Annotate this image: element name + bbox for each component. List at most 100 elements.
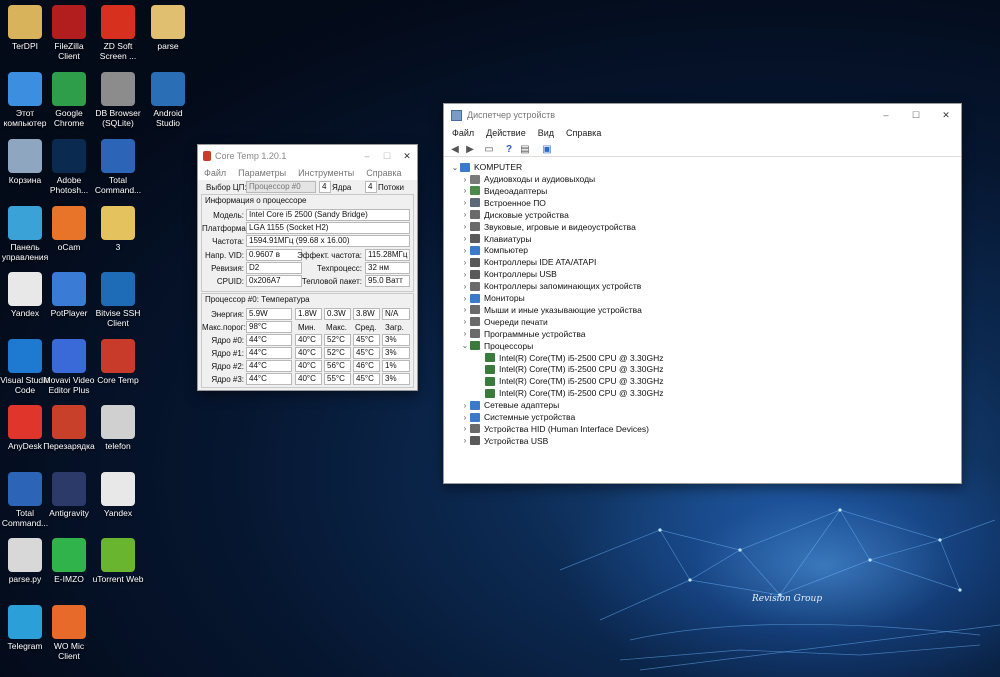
desktop-shortcut[interactable]: WO Mic Client [38, 605, 100, 661]
forward-arrow-icon[interactable]: ▶ [463, 142, 477, 156]
menu-parameters[interactable]: Параметры [232, 167, 292, 180]
chevron-right-icon[interactable]: › [460, 294, 470, 303]
coretemp-title: Core Temp 1.20.1 [215, 151, 287, 161]
desktop-shortcut-label: Core Temp [97, 375, 139, 385]
menu-help[interactable]: Справка [560, 126, 607, 140]
tree-category[interactable]: › Контроллеры запоминающих устройств [460, 280, 642, 292]
tree-category[interactable]: › Устройства HID (Human Interface Devices… [460, 423, 649, 435]
help-icon[interactable]: ? [502, 142, 516, 156]
chevron-right-icon[interactable]: › [460, 270, 470, 279]
tree-processor-label: Intel(R) Core(TM) i5-2500 CPU @ 3.30GHz [499, 376, 664, 387]
chevron-right-icon[interactable]: › [460, 186, 470, 195]
desktop-shortcut[interactable]: Yandex [87, 472, 149, 518]
menu-tools[interactable]: Инструменты [292, 167, 360, 180]
tree-category[interactable]: › Устройства USB [460, 435, 549, 447]
chevron-right-icon[interactable]: › [460, 317, 470, 326]
chevron-right-icon[interactable]: › [460, 175, 470, 184]
chevron-right-icon[interactable]: › [460, 234, 470, 243]
tree-category[interactable]: › Мыши и иные указывающие устройства [460, 304, 642, 316]
chevron-right-icon[interactable]: › [460, 210, 470, 219]
chevron-right-icon[interactable]: › [460, 282, 470, 291]
scan-hardware-icon[interactable]: ▣ [540, 142, 554, 156]
maximize-icon[interactable]: ☐ [901, 110, 931, 121]
maximize-icon[interactable]: ☐ [377, 151, 397, 162]
menu-file[interactable]: Файл [446, 126, 480, 140]
display-adapter-icon [470, 186, 480, 196]
tree-root[interactable]: ⌄ KOMPUTER [450, 161, 523, 173]
chevron-right-icon[interactable]: › [460, 436, 470, 445]
eimzo-icon [52, 538, 86, 572]
tree-category[interactable]: › Мониторы [460, 292, 525, 304]
tree-processor[interactable]: Intel(R) Core(TM) i5-2500 CPU @ 3.30GHz [475, 363, 664, 375]
tree-category[interactable]: › Компьютер [460, 244, 528, 256]
device-manager-icon [451, 109, 462, 121]
tree-category[interactable]: › Сетевые адаптеры [460, 399, 560, 411]
desktop-shortcut[interactable]: 3 [87, 206, 149, 252]
back-arrow-icon[interactable]: ◀ [448, 142, 462, 156]
tree-category-label: Клавиатуры [484, 233, 532, 244]
chevron-right-icon[interactable]: › [460, 401, 470, 410]
ocam-icon [52, 206, 86, 240]
chevron-right-icon[interactable]: › [460, 246, 470, 255]
tree-processor[interactable]: Intel(R) Core(TM) i5-2500 CPU @ 3.30GHz [475, 375, 664, 387]
menu-action[interactable]: Действие [480, 126, 532, 140]
tree-category[interactable]: › Видеоадаптеры [460, 185, 548, 197]
desktop-shortcut[interactable]: Core Temp [87, 339, 149, 385]
firmware-icon [470, 198, 480, 208]
file-icon [151, 5, 185, 39]
menu-file[interactable]: Файл [198, 167, 232, 180]
tree-category[interactable]: › Звуковые, игровые и видеоустройства [460, 221, 636, 233]
device-manager-titlebar[interactable]: Диспетчер устройств – ☐ ✕ [444, 104, 961, 126]
tree-category[interactable]: › Клавиатуры [460, 233, 532, 245]
tree-category[interactable]: › Системные устройства [460, 411, 576, 423]
storage-icon [470, 281, 480, 291]
tree-category[interactable]: ⌄ Процессоры [460, 340, 534, 352]
chevron-right-icon[interactable]: › [460, 424, 470, 433]
menu-view[interactable]: Вид [532, 126, 560, 140]
chevron-right-icon[interactable]: › [460, 198, 470, 207]
chevron-right-icon[interactable]: › [460, 305, 470, 314]
chevron-right-icon[interactable]: › [460, 329, 470, 338]
minimize-icon[interactable]: – [871, 110, 901, 120]
minimize-icon[interactable]: – [357, 151, 377, 161]
desktop-shortcut[interactable]: Bitvise SSH Client [87, 272, 149, 328]
desktop-shortcut-label: WO Mic Client [53, 641, 85, 661]
desktop-shortcut[interactable]: Android Studio [137, 72, 199, 128]
thermometer-icon [101, 339, 135, 373]
tree-category[interactable]: › Дисковые устройства [460, 209, 569, 221]
tree-processor[interactable]: Intel(R) Core(TM) i5-2500 CPU @ 3.30GHz [475, 387, 664, 399]
tree-category-label: Контроллеры USB [484, 269, 557, 280]
cpu-select-dropdown[interactable]: Процессор #0 [246, 181, 316, 193]
coretemp-titlebar[interactable]: Core Temp 1.20.1 – ☐ ✕ [198, 145, 417, 167]
device-manager-window[interactable]: Диспетчер устройств – ☐ ✕ Файл Действие … [443, 103, 962, 484]
tree-category[interactable]: › Встроенное ПО [460, 197, 546, 209]
chevron-right-icon[interactable]: › [460, 222, 470, 231]
core-label: Ядро #0: [211, 336, 244, 345]
desktop-shortcut[interactable]: telefon [87, 405, 149, 451]
tree-category[interactable]: › Очереди печати [460, 316, 548, 328]
chevron-right-icon[interactable]: › [460, 413, 470, 422]
properties-icon[interactable]: ▭ [482, 142, 496, 156]
tree-processor[interactable]: Intel(R) Core(TM) i5-2500 CPU @ 3.30GHz [475, 352, 664, 364]
tree-category[interactable]: › Аудиовходы и аудиовыходы [460, 173, 596, 185]
revision-value: D2 [246, 262, 302, 274]
process-value: 32 нм [365, 262, 410, 274]
close-icon[interactable]: ✕ [397, 151, 417, 162]
tree-category[interactable]: › Контроллеры USB [460, 268, 557, 280]
tree-category[interactable]: › Программные устройства [460, 328, 586, 340]
desktop-shortcut[interactable]: uTorrent Web [87, 538, 149, 584]
menu-help[interactable]: Справка [360, 167, 407, 180]
core-label: Ядро #1: [211, 349, 244, 358]
chevron-down-icon[interactable]: ⌄ [450, 163, 460, 172]
coretemp-window[interactable]: Core Temp 1.20.1 – ☐ ✕ Файл Параметры Ин… [197, 144, 418, 391]
tjmax-value: 98°C [246, 321, 292, 333]
close-icon[interactable]: ✕ [931, 110, 961, 121]
tree-category[interactable]: › Контроллеры IDE ATA/ATAPI [460, 256, 597, 268]
movavi-icon [52, 339, 86, 373]
chevron-right-icon[interactable]: › [460, 258, 470, 267]
chevron-down-icon[interactable]: ⌄ [460, 341, 470, 350]
update-driver-icon[interactable]: ▤ [518, 142, 532, 156]
desktop-shortcut[interactable]: Total Command... [87, 139, 149, 195]
tree-category-label: Сетевые адаптеры [484, 400, 560, 411]
desktop-shortcut[interactable]: parse [137, 5, 199, 51]
